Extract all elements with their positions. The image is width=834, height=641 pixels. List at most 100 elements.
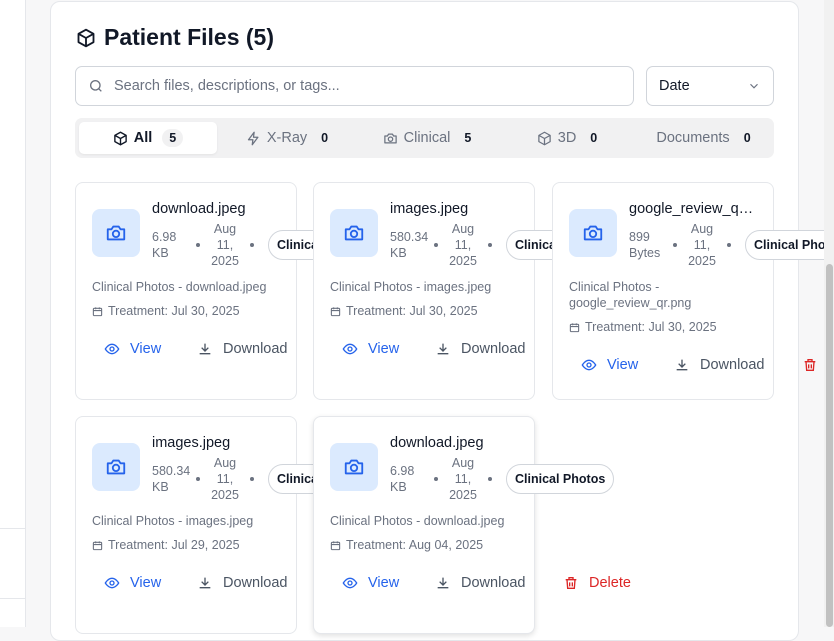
view-button[interactable]: View: [104, 341, 161, 357]
download-button[interactable]: Download: [435, 341, 526, 357]
tab-label: All: [133, 130, 153, 146]
calendar-icon: [92, 306, 103, 316]
treatment-date: Treatment: Jul 29, 2025: [92, 538, 240, 552]
search-box[interactable]: [75, 66, 634, 106]
treatment-text: Treatment: Jul 30, 2025: [346, 304, 478, 318]
tab-label: X-Ray: [266, 130, 308, 146]
download-button[interactable]: Download: [435, 575, 526, 591]
file-card[interactable]: download.jpeg 6.98 KB Aug 11, 2025 Clini…: [313, 416, 631, 634]
calendar-icon: [330, 306, 341, 316]
view-button[interactable]: View: [342, 575, 399, 591]
separator-dot: [196, 243, 200, 247]
tab-3d[interactable]: 3D 0: [497, 122, 637, 154]
download-button[interactable]: Download: [197, 575, 288, 591]
divider: [0, 598, 26, 599]
file-description: Clinical Photos - images.jpeg: [92, 514, 254, 528]
file-thumbnail: [92, 443, 140, 491]
file-card[interactable]: download.jpeg 6.98 KB Aug 11, 2025 Clini…: [75, 182, 393, 400]
tab-clinical[interactable]: Clinical 5: [357, 122, 497, 154]
treatment-text: Treatment: Jul 30, 2025: [108, 304, 240, 318]
file-card[interactable]: images.jpeg 580.34 KB Aug 11, 2025 Clini…: [313, 182, 631, 400]
tab-all[interactable]: All 5: [79, 122, 217, 154]
file-date: Aug 11, 2025: [688, 222, 716, 268]
download-icon: [437, 577, 449, 589]
file-type-tabs: All 5 X-Ray 0 Clinical 5 3D 0 Documents …: [75, 118, 774, 158]
treatment-text: Treatment: Jul 29, 2025: [108, 538, 240, 552]
scrollbar-thumb[interactable]: [826, 264, 833, 627]
download-icon: [437, 343, 449, 355]
file-meta: 899 Bytes Aug 11, 2025 Clinical Photos: [629, 221, 834, 269]
download-icon: [199, 577, 211, 589]
file-thumbnail: [569, 209, 617, 257]
camera-icon: [344, 225, 364, 241]
eye-icon: [104, 343, 120, 355]
file-size: 6.98 KB: [390, 464, 415, 494]
treatment-text: Treatment: Aug 04, 2025: [346, 538, 484, 552]
file-description: Clinical Photos - download.jpeg: [92, 280, 267, 294]
treatment-date: Treatment: Aug 04, 2025: [330, 538, 483, 552]
separator-dot: [434, 243, 438, 247]
tab-documents[interactable]: Documents 0: [637, 122, 770, 154]
tab-count: 0: [743, 131, 751, 145]
tab-count: 0: [321, 131, 329, 145]
file-name: images.jpeg: [152, 435, 231, 451]
file-name: download.jpeg: [390, 435, 484, 451]
eye-icon: [342, 577, 358, 589]
delete-button[interactable]: Delete: [563, 575, 631, 591]
file-card[interactable]: images.jpeg 580.34 KB Aug 11, 2025 Clini…: [75, 416, 393, 634]
view-label: View: [368, 341, 400, 357]
chevron-down-icon: [750, 83, 758, 89]
tag-badge: Clinical Photos: [506, 464, 615, 494]
tab-count: 0: [590, 131, 598, 145]
download-button[interactable]: Download: [197, 341, 288, 357]
file-size: 580.34 KB: [152, 464, 191, 494]
download-label: Download: [461, 341, 526, 357]
file-date: Aug 11, 2025: [211, 222, 239, 268]
file-meta: 6.98 KB Aug 11, 2025 Clinical Photos: [390, 455, 615, 503]
tag-badge: Clinical Photos: [745, 230, 834, 260]
page-title-text: Patient Files (5): [104, 24, 274, 50]
download-button[interactable]: Download: [674, 357, 765, 373]
treatment-date: Treatment: Jul 30, 2025: [330, 304, 478, 318]
view-label: View: [607, 357, 639, 373]
view-button[interactable]: View: [342, 341, 399, 357]
view-button[interactable]: View: [104, 575, 161, 591]
sort-select[interactable]: Date: [646, 66, 774, 106]
trash-icon: [804, 359, 816, 371]
calendar-icon: [92, 540, 103, 550]
download-label: Download: [461, 575, 526, 591]
eye-icon: [342, 343, 358, 355]
tab-label: Documents: [656, 130, 730, 146]
camera-icon: [344, 459, 364, 475]
tab-label: 3D: [557, 130, 577, 146]
search-icon: [90, 80, 102, 92]
download-label: Download: [223, 341, 288, 357]
tab-x-ray[interactable]: X-Ray 0: [217, 122, 357, 154]
box-icon: [113, 131, 127, 145]
tab-count: 5: [162, 129, 184, 147]
delete-label: Delete: [589, 575, 631, 591]
download-label: Download: [700, 357, 765, 373]
camera-icon: [106, 225, 126, 241]
file-description: Clinical Photos - download.jpeg: [330, 514, 505, 528]
file-date: Aug 11, 2025: [211, 456, 239, 502]
separator-dot: [250, 477, 254, 481]
search-input[interactable]: [114, 78, 633, 94]
separator-dot: [488, 243, 492, 247]
file-name: images.jpeg: [390, 201, 469, 217]
box-icon: [538, 131, 551, 145]
download-icon: [199, 343, 211, 355]
treatment-text: Treatment: Jul 30, 2025: [585, 320, 717, 334]
separator-dot: [673, 243, 677, 247]
left-sidebar-edge: [0, 0, 26, 627]
view-label: View: [130, 575, 162, 591]
separator-dot: [434, 477, 438, 481]
file-name: google_review_qr.png: [629, 201, 757, 217]
tab-label: Clinical: [403, 130, 451, 146]
file-card[interactable]: google_review_qr.png 899 Bytes Aug 11, 2…: [552, 182, 834, 400]
delete-button[interactable]: [802, 357, 818, 373]
separator-dot: [196, 477, 200, 481]
eye-icon: [104, 577, 120, 589]
zap-icon: [247, 131, 259, 145]
view-button[interactable]: View: [581, 357, 638, 373]
